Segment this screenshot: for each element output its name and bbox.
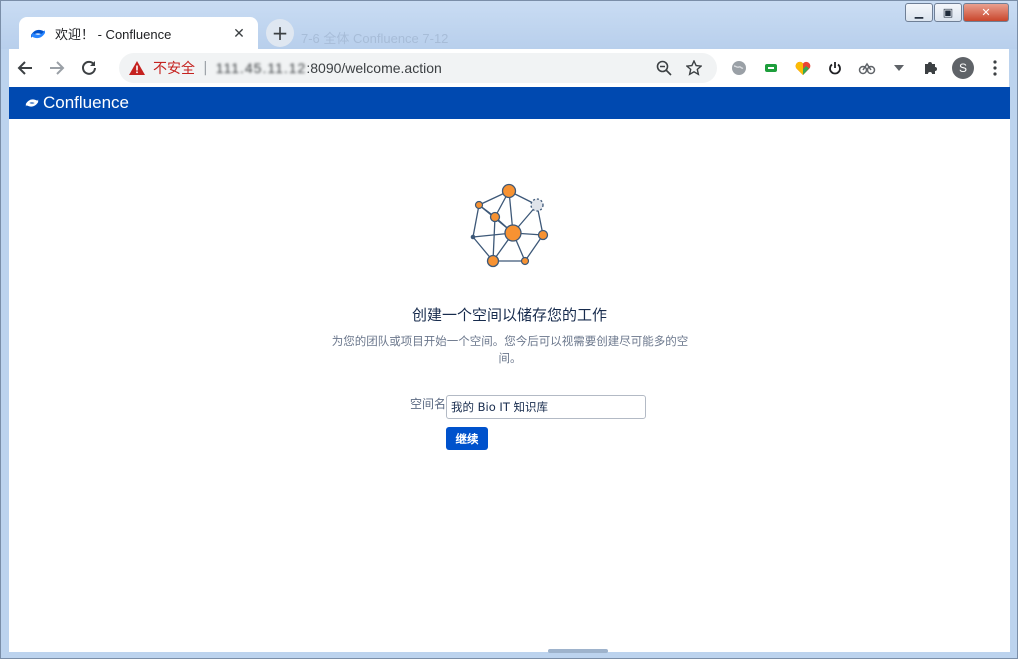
address-bar[interactable]: 不安全 | 111.45.11.12 :8090/welcome.action xyxy=(119,53,717,83)
network-nodes-illustration xyxy=(470,183,549,268)
forward-arrow-icon[interactable] xyxy=(41,52,73,84)
puzzle-icon[interactable] xyxy=(915,54,947,82)
confluence-header: Confluence xyxy=(9,87,1010,119)
maximize-button[interactable]: ▣ xyxy=(934,3,962,22)
warning-triangle-icon xyxy=(129,61,145,75)
minimize-button[interactable]: ▁ xyxy=(905,3,933,22)
browser-toolbar: 不安全 | 111.45.11.12 :8090/welcome.action xyxy=(9,49,1009,87)
page-content: Confluence 创建一个空间以储存您的工作 为您的团队或项目开始一个空间。… xyxy=(9,87,1010,652)
space-name-input[interactable] xyxy=(446,395,646,419)
security-warning[interactable]: 不安全 xyxy=(129,58,195,78)
space-name-label: 空间名 xyxy=(409,397,446,411)
profile-avatar[interactable]: S xyxy=(947,54,979,82)
background-tab-title[interactable]: 7-6 全体 Confluence 7-12 xyxy=(301,28,448,47)
green-extension-icon[interactable] xyxy=(755,54,787,82)
dropdown-caret-icon[interactable] xyxy=(883,54,915,82)
zoom-out-icon[interactable] xyxy=(649,57,679,79)
url-host: 111.45.11.12 xyxy=(215,60,307,76)
globe-extension-icon[interactable] xyxy=(723,54,755,82)
page-description: 为您的团队或项目开始一个空间。您今后可以视需要创建尽可能多的空间。 xyxy=(331,334,689,365)
url-path: :8090/welcome.action xyxy=(306,60,442,76)
star-icon[interactable] xyxy=(679,57,709,79)
reload-icon[interactable] xyxy=(73,52,105,84)
active-tab[interactable]: 欢迎！ - Confluence ✕ xyxy=(19,17,258,50)
space-name-row: 空间名 xyxy=(397,395,446,412)
tab-title: 欢迎！ - Confluence xyxy=(55,27,172,42)
link-extension-icon[interactable] xyxy=(851,54,883,82)
continue-button[interactable]: 继续 xyxy=(446,427,488,450)
confluence-logo[interactable]: Confluence xyxy=(25,93,129,113)
confluence-favicon-icon xyxy=(29,25,47,43)
heart-extension-icon[interactable] xyxy=(787,54,819,82)
confluence-logo-icon xyxy=(25,99,39,107)
page-title: 创建一个空间以储存您的工作 xyxy=(411,306,607,324)
title-bar: ▁ ▣ ✕ 欢迎！ - Confluence ✕ + 7-6 全体 Conflu… xyxy=(1,1,1017,50)
tab-close-icon[interactable]: ✕ xyxy=(230,25,248,43)
browser-window: ▁ ▣ ✕ 欢迎！ - Confluence ✕ + 7-6 全体 Conflu… xyxy=(0,0,1018,659)
kebab-menu-icon[interactable] xyxy=(979,54,1011,82)
new-tab-button[interactable]: + xyxy=(266,19,294,47)
extension-bar: S xyxy=(723,54,1011,82)
avatar: S xyxy=(952,57,974,79)
window-controls: ▁ ▣ ✕ xyxy=(904,3,1009,22)
close-window-button[interactable]: ✕ xyxy=(963,3,1009,22)
brand-name: Confluence xyxy=(43,93,130,112)
power-extension-icon[interactable] xyxy=(819,54,851,82)
back-arrow-icon[interactable] xyxy=(9,52,41,84)
bottom-scroll-indicator xyxy=(548,649,608,653)
security-label: 不安全 xyxy=(153,60,195,76)
